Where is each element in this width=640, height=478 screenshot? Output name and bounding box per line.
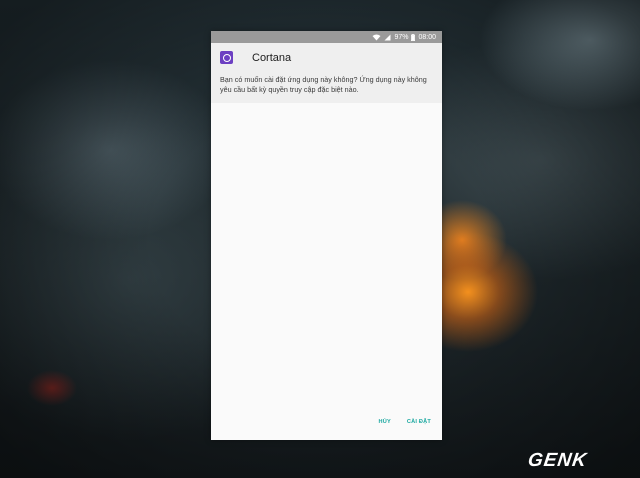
phone-screen: 97% 08:00 Cortana Bạn có muốn cài đặt ứn… <box>211 31 442 440</box>
install-button[interactable]: CÀI ĐẶT <box>407 419 431 425</box>
signal-icon <box>384 34 391 41</box>
app-title-row: Cortana <box>220 51 291 64</box>
dialog-actions: HỦY CÀI ĐẶT <box>378 419 431 425</box>
wifi-icon <box>372 34 381 41</box>
battery-percent: 97% <box>394 33 409 41</box>
install-message: Bạn có muốn cài đặt ứng dụng này không? … <box>220 75 427 94</box>
cancel-button[interactable]: HỦY <box>378 419 390 425</box>
cortana-icon <box>220 51 233 64</box>
genk-watermark-logo: GENK <box>526 450 589 471</box>
battery-icon <box>411 33 416 41</box>
install-dialog-header: Cortana Bạn có muốn cài đặt ứng dụng này… <box>211 43 442 103</box>
clock: 08:00 <box>418 33 436 41</box>
cortana-ring <box>222 53 231 62</box>
app-name: Cortana <box>252 51 292 64</box>
status-bar: 97% 08:00 <box>211 31 442 43</box>
